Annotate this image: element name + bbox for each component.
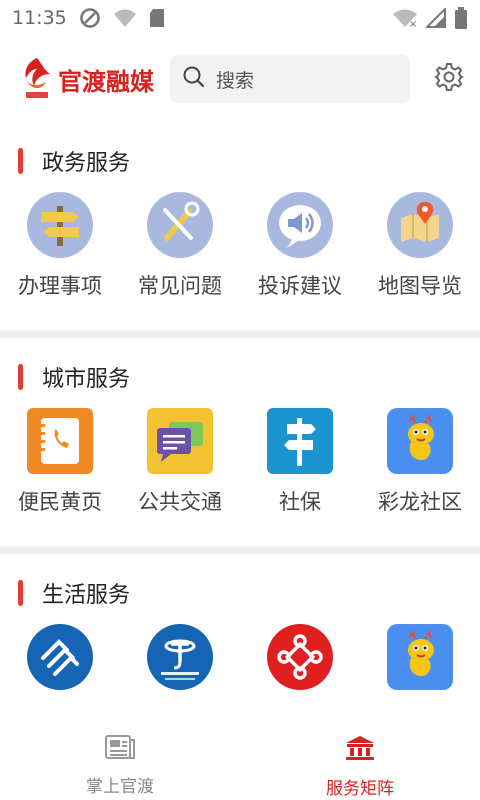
signal-icon — [426, 8, 446, 28]
do-not-disturb-icon — [79, 7, 101, 29]
gear-icon — [434, 62, 464, 96]
section-government-services: 政务服务 办理事项 常见问题 投诉建议 地图导览 — [0, 122, 480, 300]
settings-button[interactable] — [432, 62, 466, 96]
map-pin-icon — [387, 192, 453, 258]
service-label: 投诉建议 — [258, 274, 342, 298]
signpost-icon — [27, 192, 93, 258]
service-label: 地图导览 — [378, 274, 462, 298]
nav-item-news[interactable]: 掌上官渡 — [0, 726, 240, 800]
service-item[interactable]: 地图导览 — [360, 192, 480, 300]
section-title: 生活服务 — [0, 576, 480, 610]
bottom-nav: 掌上官渡 服务矩阵 — [0, 726, 480, 800]
china-unicom-icon — [267, 624, 333, 690]
china-telecom-icon — [147, 624, 213, 690]
service-grid: 办理事项 常见问题 投诉建议 地图导览 — [0, 192, 480, 300]
service-item[interactable]: 便民黄页 — [0, 408, 120, 516]
service-grid — [0, 624, 480, 702]
tools-icon — [147, 192, 213, 258]
service-item[interactable]: 彩龙社区 — [360, 408, 480, 516]
service-item[interactable]: 办理事项 — [0, 192, 120, 300]
battery-icon — [454, 7, 468, 29]
service-label: 公共交通 — [138, 490, 222, 514]
svg-text:×: × — [409, 19, 417, 28]
newspaper-icon — [104, 734, 136, 764]
section-life-services: 生活服务 — [0, 554, 480, 702]
section-title: 政务服务 — [0, 144, 480, 178]
phoenix-logo-icon — [20, 56, 54, 102]
service-item[interactable] — [120, 624, 240, 702]
china-mobile-icon — [27, 624, 93, 690]
service-label: 常见问题 — [138, 274, 222, 298]
title-accent-bar — [18, 364, 23, 390]
wifi-unknown-icon — [113, 8, 137, 28]
status-time: 11:35 — [12, 7, 67, 29]
service-item[interactable]: 投诉建议 — [240, 192, 360, 300]
service-grid: 便民黄页 公共交通 社保 彩龙社区 — [0, 408, 480, 516]
service-label: 社保 — [279, 490, 321, 514]
dragon-icon — [387, 408, 453, 474]
section-title: 城市服务 — [0, 360, 480, 394]
title-accent-bar — [18, 580, 23, 606]
wifi-off-icon: × — [392, 8, 418, 28]
section-title-text: 政务服务 — [42, 151, 131, 176]
section-title-text: 城市服务 — [42, 367, 131, 392]
speaker-bubble-icon — [267, 192, 333, 258]
section-city-services: 城市服务 便民黄页 公共交通 社保 彩龙社区 — [0, 338, 480, 516]
status-bar: 11:35 × — [0, 0, 480, 36]
sd-card-icon — [149, 8, 165, 28]
section-divider — [0, 546, 480, 554]
logo-text: 官渡融媒 — [58, 67, 154, 96]
service-item[interactable] — [360, 624, 480, 702]
service-label: 办理事项 — [18, 274, 102, 298]
service-item[interactable] — [240, 624, 360, 702]
chat-bubbles-icon — [147, 408, 213, 474]
service-item[interactable]: 社保 — [240, 408, 360, 516]
service-item[interactable]: 公共交通 — [120, 408, 240, 516]
service-item[interactable]: 常见问题 — [120, 192, 240, 300]
app-header: 官渡融媒 搜索 — [0, 36, 480, 122]
search-bar[interactable]: 搜索 — [170, 55, 410, 103]
service-label: 彩龙社区 — [378, 490, 462, 514]
phonebook-icon — [27, 408, 93, 474]
section-divider — [0, 330, 480, 338]
search-icon — [182, 65, 206, 93]
direction-sign-icon — [267, 408, 333, 474]
service-label: 便民黄页 — [18, 490, 102, 514]
nav-item-services[interactable]: 服务矩阵 — [240, 726, 480, 800]
app-logo[interactable]: 官渡融媒 — [20, 56, 168, 102]
search-placeholder: 搜索 — [216, 69, 255, 92]
title-accent-bar — [18, 148, 23, 174]
service-item[interactable] — [0, 624, 120, 702]
section-title-text: 生活服务 — [42, 583, 131, 608]
nav-label: 服务矩阵 — [326, 779, 394, 799]
bank-building-icon — [344, 734, 376, 766]
dragon-icon — [387, 624, 453, 690]
nav-label: 掌上官渡 — [86, 777, 154, 797]
